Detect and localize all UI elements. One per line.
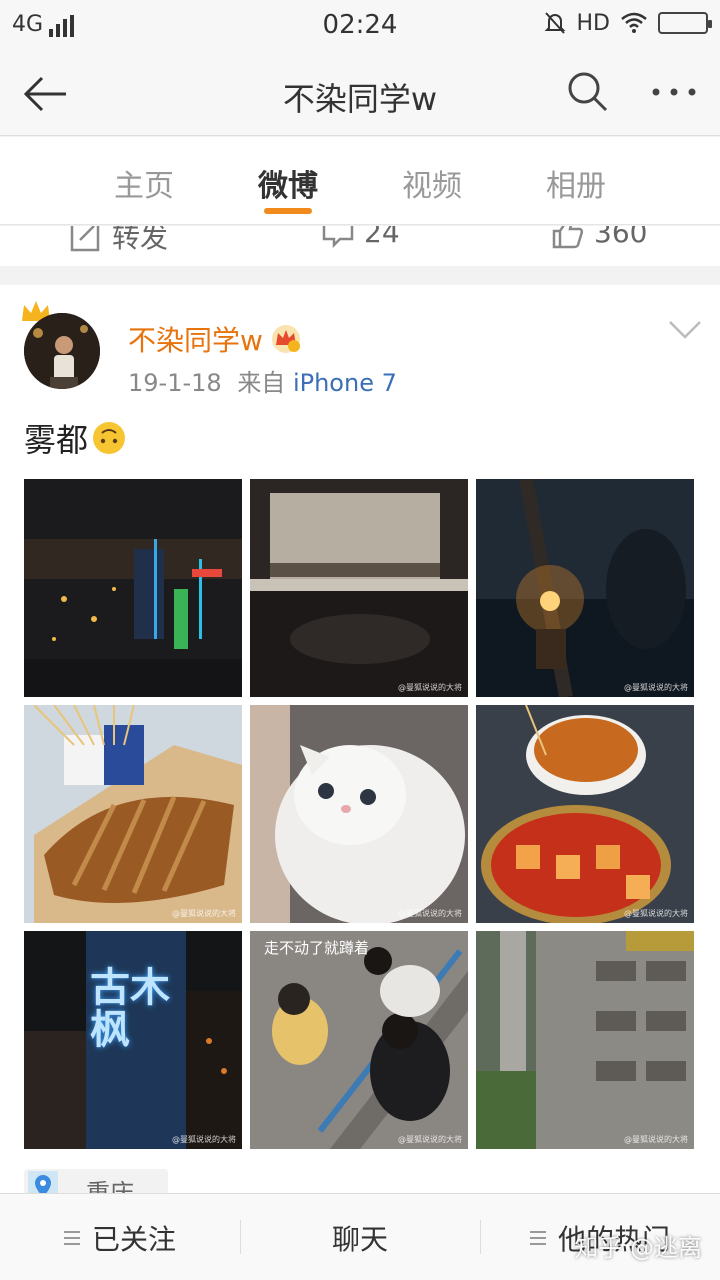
tab-weibo[interactable]: 微博 <box>216 137 360 224</box>
tab-video[interactable]: 视频 <box>360 137 504 224</box>
photo-watermark: @曼狐说说的大将 <box>172 909 236 918</box>
page-title: 不染同学w <box>282 80 438 118</box>
active-tab-indicator <box>264 208 312 214</box>
post-source[interactable]: iPhone 7 <box>293 369 397 397</box>
status-bar: 4G 02:24 HD <box>0 0 720 52</box>
profile-tabs: 主页 微博 视频 相册 <box>0 137 720 225</box>
bar-interior-photo[interactable]: @曼狐说说的大将 <box>250 479 468 697</box>
chevron-down-icon[interactable] <box>668 319 702 341</box>
photo-watermark: @曼狐说说的大将 <box>398 909 462 918</box>
photo-grid: @曼狐说说的大将 @曼狐说说的大将 @曼狐说说的大将 @曼狐说说的大将 @曼狐说… <box>24 479 694 1149</box>
thumbs-up-icon <box>552 226 584 248</box>
repost-button[interactable]: 转发 <box>70 226 168 256</box>
photo-caption: 走不动了就蹲着 <box>264 939 370 957</box>
status-icons: HD <box>543 10 712 36</box>
wifi-icon <box>621 12 647 33</box>
comment-button[interactable]: 24 <box>322 226 400 249</box>
city-night-photo[interactable] <box>24 479 242 697</box>
repost-icon <box>70 226 100 252</box>
photo-watermark: @曼狐说说的大将 <box>398 683 462 692</box>
friends-squatting-photo[interactable]: 走不动了就蹲着 @曼狐说说的大将 <box>250 931 468 1149</box>
weibo-post-card: 不染同学w 19-1-18 来自 iPhone 7 雾都 @曼狐说说的大将 @曼… <box>0 285 720 1199</box>
photo-watermark: @曼狐说说的大将 <box>624 683 688 692</box>
previous-post-actions: 转发 24 360 <box>0 226 720 266</box>
avatar[interactable] <box>24 313 100 389</box>
battery-icon <box>658 12 712 34</box>
neon-sign-text: 古木枫 <box>90 965 170 1053</box>
top-nav-bar: 不染同学w <box>0 52 720 136</box>
post-text: 雾都 <box>24 415 126 461</box>
vip-crown-badge-icon <box>271 325 300 353</box>
post-meta: 19-1-18 来自 iPhone 7 <box>128 363 397 398</box>
white-cat-photo[interactable]: @曼狐说说的大将 <box>250 705 468 923</box>
upside-down-face-emoji-icon <box>93 422 126 454</box>
post-text-content: 雾都 <box>24 421 89 459</box>
avatar-container[interactable] <box>20 299 104 389</box>
menu-lines-icon <box>529 1230 546 1245</box>
mute-bell-icon <box>544 12 565 34</box>
comment-icon <box>322 226 354 248</box>
neon-sign-photo[interactable]: 古木枫 @曼狐说说的大将 <box>24 931 242 1149</box>
zhihu-watermark: 知乎 @逃离 <box>574 1234 702 1262</box>
source-prefix: 来自 <box>237 369 286 397</box>
following-button[interactable]: 已关注 <box>0 1194 240 1280</box>
photo-watermark: @曼狐说说的大将 <box>172 1135 236 1144</box>
search-icon[interactable] <box>566 70 610 114</box>
post-date: 19-1-18 <box>128 369 222 397</box>
more-options-icon[interactable] <box>648 72 700 112</box>
photo-watermark: @曼狐说说的大将 <box>624 909 688 918</box>
author-name: 不染同学w <box>128 324 263 357</box>
spicy-tofu-photo[interactable]: @曼狐说说的大将 <box>476 705 694 923</box>
candle-window-photo[interactable]: @曼狐说说的大将 <box>476 479 694 697</box>
tab-home[interactable]: 主页 <box>72 137 216 224</box>
grilled-fish-photo[interactable]: @曼狐说说的大将 <box>24 705 242 923</box>
photo-watermark: @曼狐说说的大将 <box>398 1135 462 1144</box>
chat-button[interactable]: 聊天 <box>240 1194 480 1280</box>
post-author[interactable]: 不染同学w <box>128 319 301 359</box>
like-button[interactable]: 360 <box>552 226 647 249</box>
menu-lines-icon <box>63 1230 80 1245</box>
hd-label: HD <box>576 10 610 36</box>
apartment-courtyard-photo[interactable]: @曼狐说说的大将 <box>476 931 694 1149</box>
photo-watermark: @曼狐说说的大将 <box>624 1135 688 1144</box>
tab-album[interactable]: 相册 <box>504 137 648 224</box>
